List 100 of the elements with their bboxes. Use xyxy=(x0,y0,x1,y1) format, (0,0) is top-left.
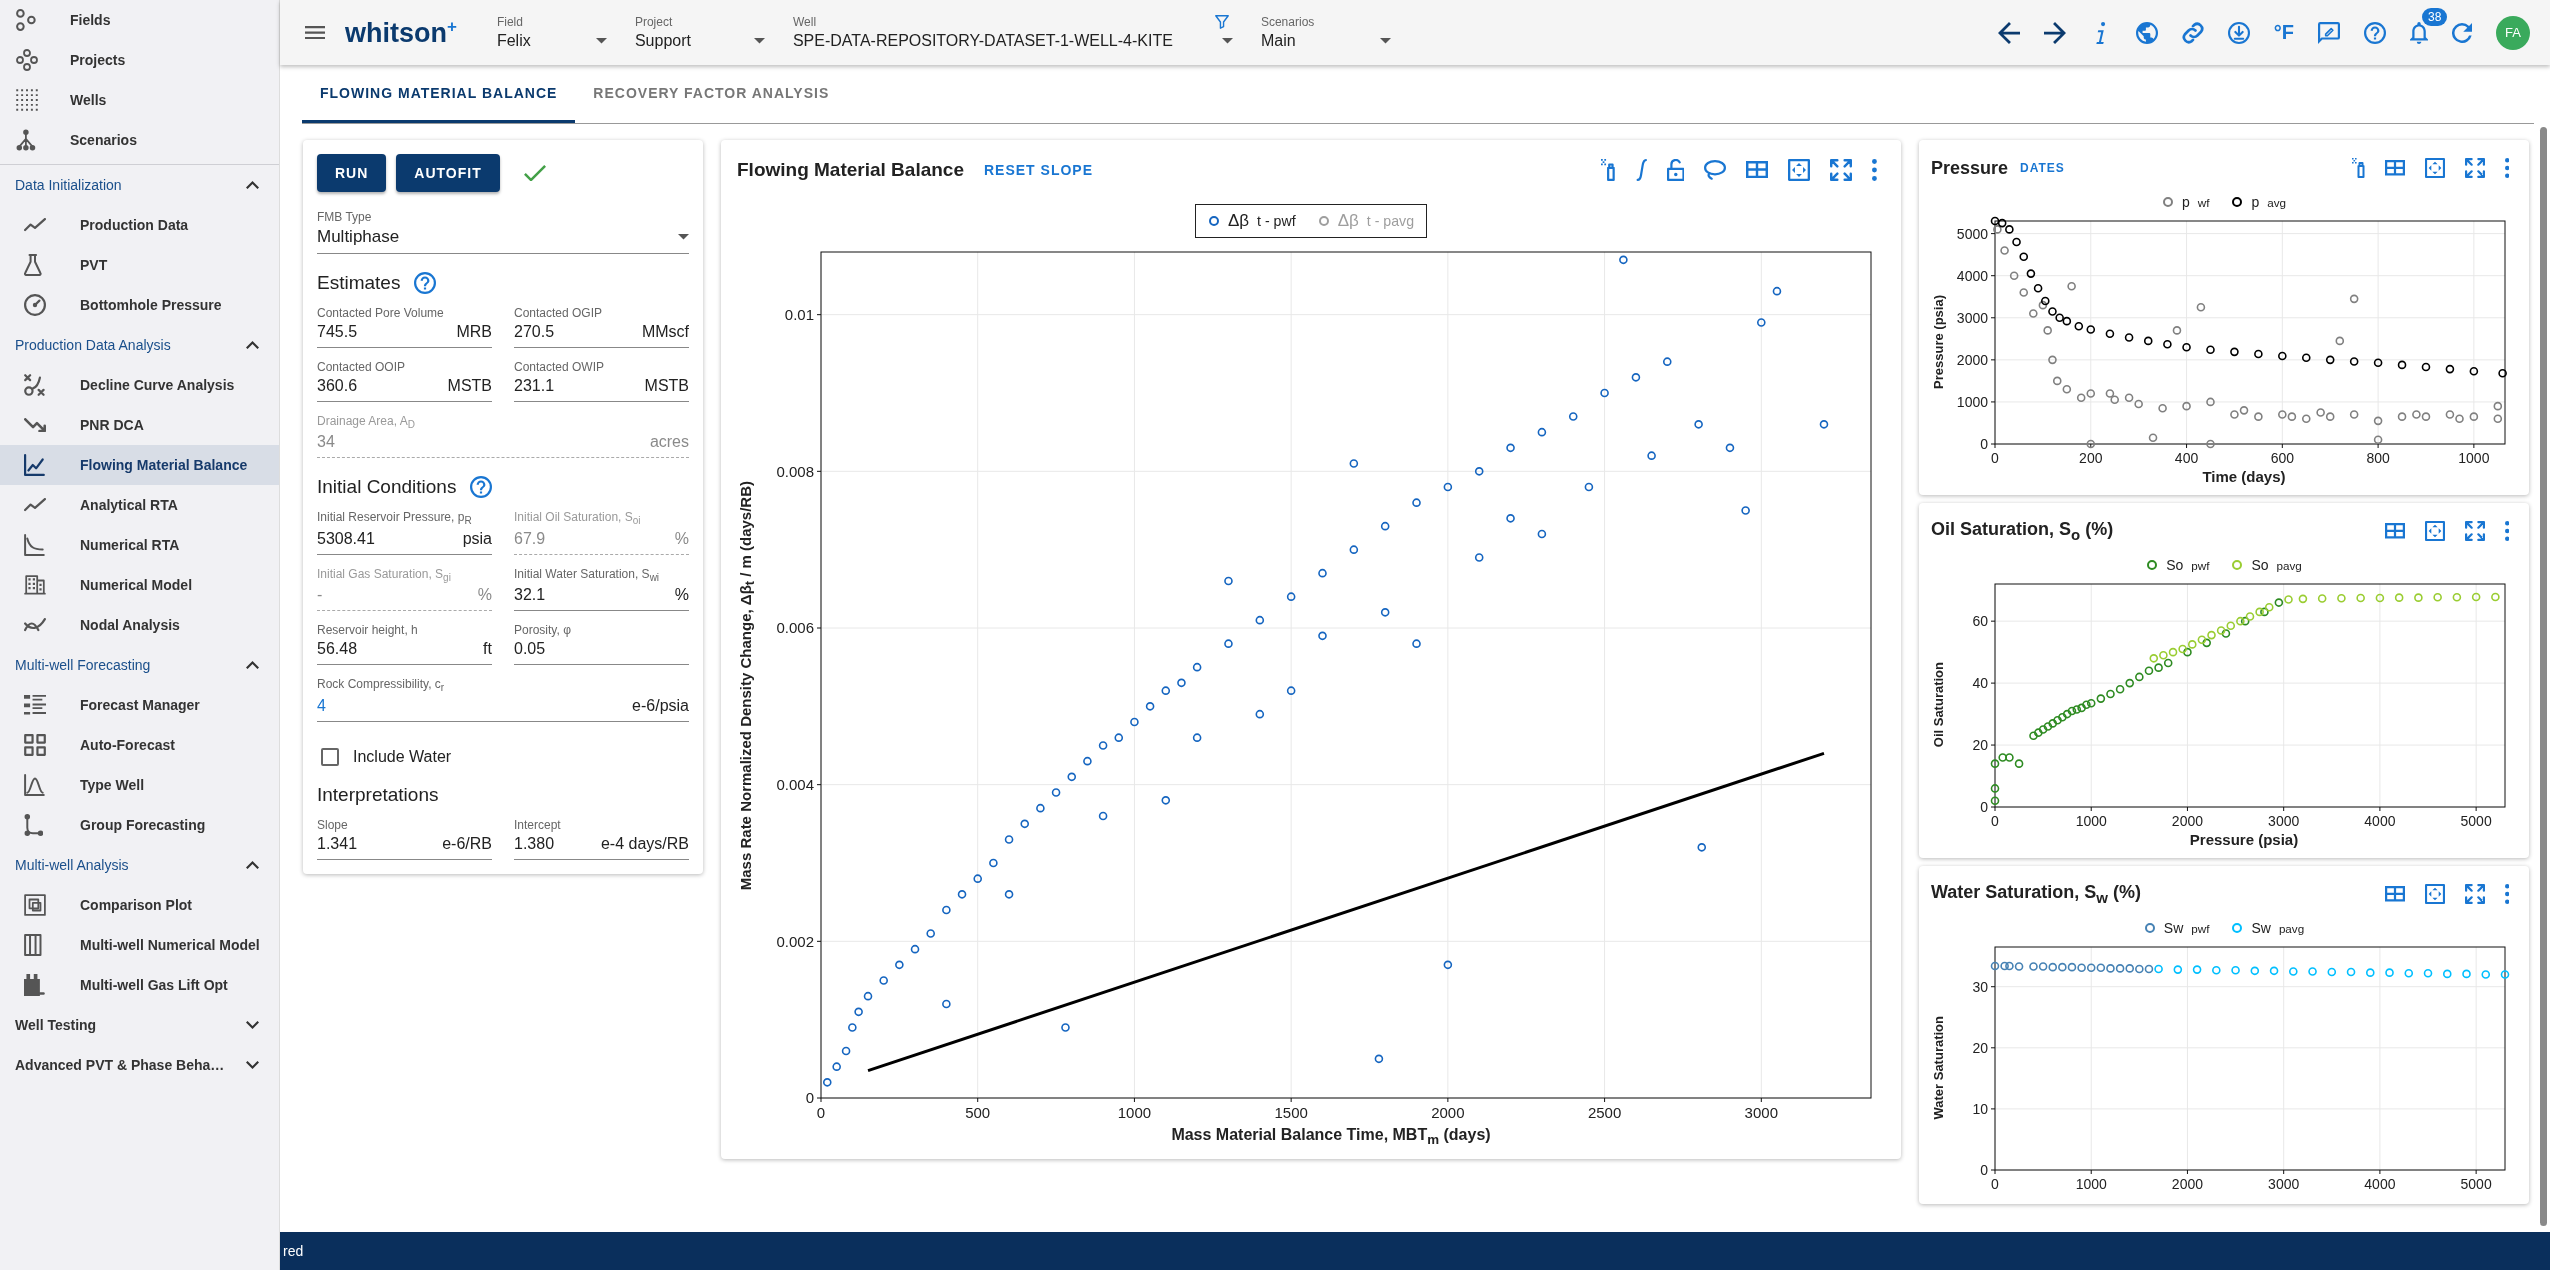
field-label: Reservoir height, h xyxy=(317,623,419,638)
input-field[interactable]: 32.1 % xyxy=(514,586,689,612)
sidebar-item[interactable]: Auto-Forecast xyxy=(0,725,279,765)
axis-tick-label: 2000 xyxy=(1431,1104,1465,1121)
sidebar-group-header[interactable]: Production Data Analysis xyxy=(0,325,279,365)
axis-tick-label: 3000 xyxy=(2268,813,2300,829)
sidebar-item[interactable]: Nodal Analysis xyxy=(0,605,279,645)
axis-tick-label: 0 xyxy=(1991,813,1999,829)
axis-tick-label: 200 xyxy=(2079,450,2103,466)
action-button[interactable]: RUN xyxy=(317,154,387,192)
chart-title: Pressure xyxy=(1931,157,2009,179)
sidebar-item[interactable]: Projects xyxy=(0,40,279,80)
unit-label: MRB xyxy=(456,323,492,341)
sidebar-item[interactable]: Numerical RTA xyxy=(0,525,279,565)
axis-tick-label: 0.002 xyxy=(776,932,814,950)
field-label: Contacted OOIP xyxy=(317,360,407,374)
axis-title: Pressure (psia) xyxy=(2189,831,2299,848)
field-label: Initial Gas Saturation, S$_{gi}$ xyxy=(317,566,452,584)
input-field[interactable]: 4 e-6/psia xyxy=(317,696,689,722)
sidebar-item[interactable]: Forecast Manager xyxy=(0,685,279,725)
sidebar-item[interactable]: Production Data xyxy=(0,205,279,245)
section-title: Estimates xyxy=(317,272,401,294)
unit-label: e-6/RB xyxy=(442,834,492,853)
fmb-type-select[interactable]: Multiphase xyxy=(317,227,689,254)
axis-tick-label: 0 xyxy=(1980,798,1988,815)
select-field[interactable]: SPE-DATA-REPOSITORY-DATASET-1-WELL-4-KITE xyxy=(792,32,1233,50)
input-field[interactable]: 1.380 e-4 days/RB xyxy=(514,834,689,860)
input-field[interactable]: 0.05 xyxy=(514,640,689,666)
select-field[interactable]: Main xyxy=(1260,32,1391,50)
axis-tick-label: 5000 xyxy=(1956,225,1988,242)
sidebar-item[interactable]: Multi-well Numerical Model xyxy=(0,925,279,965)
axis-tick-label: 2500 xyxy=(1587,1104,1622,1121)
input-field[interactable]: 360.6 MSTB xyxy=(317,377,492,402)
sidebar-item[interactable]: Type Well xyxy=(0,765,279,805)
input-field[interactable]: 745.5 MRB xyxy=(317,323,492,348)
sidebar-item[interactable]: PVT xyxy=(0,245,279,285)
chart-title: Flowing Material Balance xyxy=(737,159,964,181)
axis-tick-label: 30 xyxy=(1972,978,1988,995)
axis-tick-label: 60 xyxy=(1972,613,1988,630)
axis-tick-label: 4000 xyxy=(2364,1176,2396,1192)
sidebar-item[interactable]: Multi-well Gas Lift Opt xyxy=(0,965,279,1005)
tab[interactable]: FLOWING MATERIAL BALANCE xyxy=(302,65,576,123)
sidebar-group-header[interactable]: Advanced PVT & Phase Beha… xyxy=(0,1045,279,1085)
sidebar-group-header[interactable]: Well Testing xyxy=(0,1005,279,1045)
axis-tick-label: 0.01 xyxy=(784,305,814,323)
field-label: Contacted Pore Volume xyxy=(317,306,445,320)
input-field[interactable]: 1.341 e-6/RB xyxy=(317,834,492,860)
sidebar-item[interactable]: Numerical Model xyxy=(0,565,279,605)
axis-tick-label: 20 xyxy=(1972,1039,1988,1056)
sidebar-group-header[interactable]: Multi-well Analysis xyxy=(0,845,279,885)
sidebar-group-header[interactable]: Multi-well Forecasting xyxy=(0,645,279,685)
axis-tick-label: 4000 xyxy=(1956,267,1988,284)
status-text: red xyxy=(280,1232,2550,1270)
dates-button[interactable]: DATES xyxy=(2016,157,2069,179)
sidebar-item[interactable]: Scenarios xyxy=(0,120,279,160)
sidebar-item[interactable]: Wells xyxy=(0,80,279,120)
temperature-unit-button[interactable]: °F xyxy=(2273,21,2294,44)
sidebar-group-header[interactable]: Data Initialization xyxy=(0,165,279,205)
axis-title: Mass Material Balance Time, MBT$_{m}$ (days) xyxy=(1171,1126,1491,1148)
chart-title: Water Saturation, S$_{w}$ (%) xyxy=(1931,882,2142,906)
sidebar-item[interactable]: Fields xyxy=(0,0,279,40)
axis-tick-label: 0 xyxy=(805,1089,814,1107)
input-field[interactable]: 5308.41 psia xyxy=(317,529,492,555)
action-button[interactable]: AUTOFIT xyxy=(396,154,500,192)
axis-tick-label: 0.004 xyxy=(776,775,814,793)
sidebar-item[interactable]: Decline Curve Analysis xyxy=(0,365,279,405)
unit-label: psia xyxy=(462,529,492,548)
axis-title: Water Saturation xyxy=(1931,1016,1947,1120)
select-field[interactable]: Support xyxy=(634,32,765,50)
selector-label: Scenarios xyxy=(1260,15,1315,29)
field-label: Contacted OWIP xyxy=(514,360,606,374)
sidebar-item[interactable]: Analytical RTA xyxy=(0,485,279,525)
axis-tick-label: 40 xyxy=(1972,675,1988,691)
axis-tick-label: 2000 xyxy=(2171,813,2204,829)
field-label: Slope xyxy=(317,817,349,832)
select-field[interactable]: Felix xyxy=(496,32,607,50)
field-label: Drainage Area, A$_{D}$ xyxy=(317,414,416,431)
tab[interactable]: RECOVERY FACTOR ANALYSIS xyxy=(575,65,848,123)
unit-label: ft xyxy=(483,640,492,659)
sidebar-item[interactable]: Flowing Material Balance xyxy=(0,445,279,485)
input-field[interactable]: 270.5 MMscf xyxy=(514,323,689,348)
axis-tick-label: 1000 xyxy=(2075,813,2107,829)
input-field[interactable]: 231.1 MSTB xyxy=(514,377,689,402)
field-label: Porosity, φ xyxy=(514,623,572,638)
sidebar-item[interactable]: PNR DCA xyxy=(0,405,279,445)
axis-tick-label: 20 xyxy=(1972,736,1988,753)
sidebar-item[interactable]: Bottomhole Pressure xyxy=(0,285,279,325)
axis-tick-label: 2000 xyxy=(1956,351,1988,368)
reset-slope-button[interactable]: RESET SLOPE xyxy=(980,158,1098,182)
axis-tick-label: 10 xyxy=(1972,1100,1988,1117)
axis-tick-label: 0.006 xyxy=(776,619,814,637)
sidebar-item[interactable]: Comparison Plot xyxy=(0,885,279,925)
axis-tick-label: 2000 xyxy=(2171,1176,2204,1192)
axis-tick-label: 4000 xyxy=(2364,813,2396,829)
section-title: Interpretations xyxy=(317,783,439,806)
axis-tick-label: 1000 xyxy=(2458,450,2490,466)
unit-label: MSTB xyxy=(447,377,492,395)
sidebar-item[interactable]: Group Forecasting xyxy=(0,805,279,845)
input-field[interactable]: 56.48 ft xyxy=(317,640,492,666)
axis-tick-label: 1000 xyxy=(2075,1176,2107,1192)
